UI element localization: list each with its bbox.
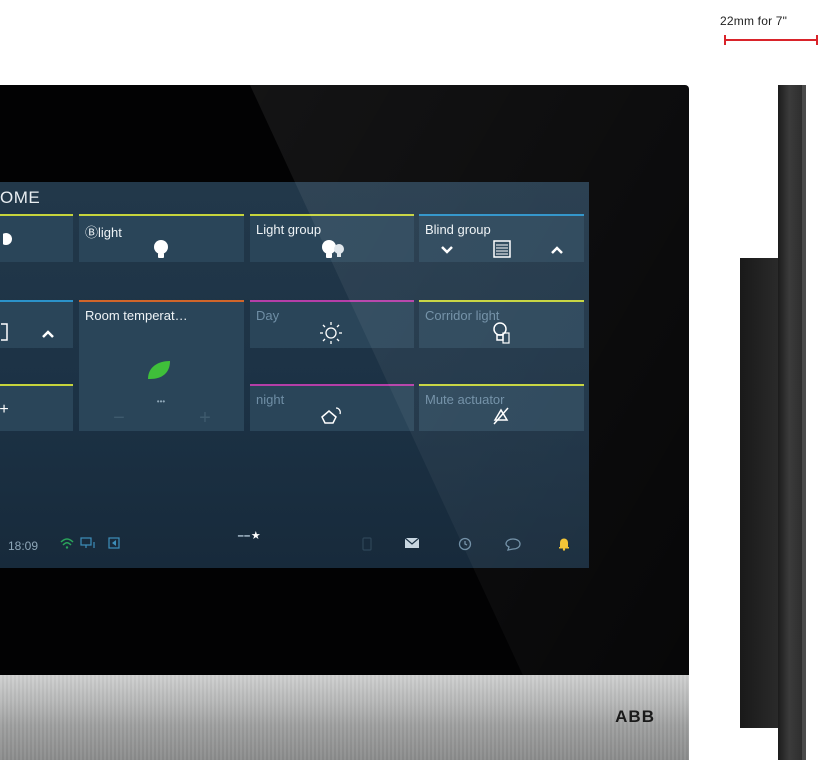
chat-icon[interactable] <box>505 537 521 554</box>
page-indicator[interactable]: ━━★ <box>238 529 262 542</box>
bulb-icon <box>0 230 20 252</box>
product-illustration: 22mm for 7" OME Ⓑlight Light group Blind… <box>0 0 821 760</box>
plus-icon: + <box>0 401 9 418</box>
plus-button[interactable]: + <box>195 407 215 429</box>
tile-room-temperature[interactable]: Room temperat… ••• − + <box>79 300 244 431</box>
tile-b-light[interactable]: Ⓑlight <box>79 214 244 262</box>
home-door-icon[interactable] <box>108 537 122 552</box>
minus-button[interactable]: − <box>109 407 129 429</box>
tile-label: Day <box>256 308 280 323</box>
steel-bezel: ABB <box>0 675 689 760</box>
tile-label: Ⓑlight <box>85 225 122 240</box>
tile-night-scene[interactable]: night <box>250 384 414 431</box>
tile-partial-row3[interactable]: + <box>0 384 73 431</box>
mute-icon <box>489 404 513 428</box>
bulbs-icon <box>318 238 348 262</box>
moon-icon <box>318 404 344 428</box>
wifi-icon <box>60 537 74 552</box>
chevron-up-icon[interactable] <box>547 240 567 260</box>
chevron-down-icon[interactable] <box>437 240 457 260</box>
status-bar: 18:09 ━━★ <box>0 527 589 563</box>
page-dots: ━━ <box>238 531 251 541</box>
tile-label: Light group <box>256 222 322 237</box>
tile-light-partial[interactable] <box>0 214 73 262</box>
clock-time: 18:09 <box>8 539 39 553</box>
chevron-up-icon[interactable] <box>38 324 58 344</box>
tile-label: night <box>256 392 285 407</box>
tile-mute-actuator[interactable]: Mute actuator <box>419 384 584 431</box>
history-icon[interactable] <box>458 537 472 554</box>
dimension-label: 22mm for 7" <box>720 14 788 28</box>
corridor-light-icon <box>489 320 513 346</box>
bulb-icon <box>149 238 173 262</box>
tile-blind-group[interactable]: Blind group <box>419 214 584 262</box>
device-side-edge <box>802 85 806 760</box>
mail-icon[interactable] <box>404 537 420 552</box>
blind-icon <box>491 238 513 260</box>
tile-corridor-light[interactable]: Corridor light <box>419 300 584 348</box>
device-side-back <box>740 258 780 728</box>
tile-light-group[interactable]: Light group <box>250 214 414 262</box>
blind-icon <box>0 322 10 342</box>
tile-label: Blind group <box>425 222 491 237</box>
dimension-bar <box>724 35 818 45</box>
touch-screen: OME Ⓑlight Light group Blind group Room … <box>0 182 589 568</box>
tile-day-scene[interactable]: Day <box>250 300 414 348</box>
network-device-icon <box>80 537 98 552</box>
temperature-dots: ••• <box>156 396 166 406</box>
touch-panel-device: OME Ⓑlight Light group Blind group Room … <box>0 85 689 760</box>
mobile-icon[interactable] <box>362 537 372 554</box>
page-title: OME <box>0 188 41 207</box>
tile-blind-partial[interactable] <box>0 300 73 348</box>
bell-icon[interactable] <box>558 537 570 554</box>
sun-icon <box>318 320 344 346</box>
abb-logo: ABB <box>615 707 655 726</box>
leaf-icon <box>145 358 173 382</box>
favorites-star-icon: ★ <box>250 530 262 542</box>
tile-label: Room temperat… <box>85 308 188 323</box>
